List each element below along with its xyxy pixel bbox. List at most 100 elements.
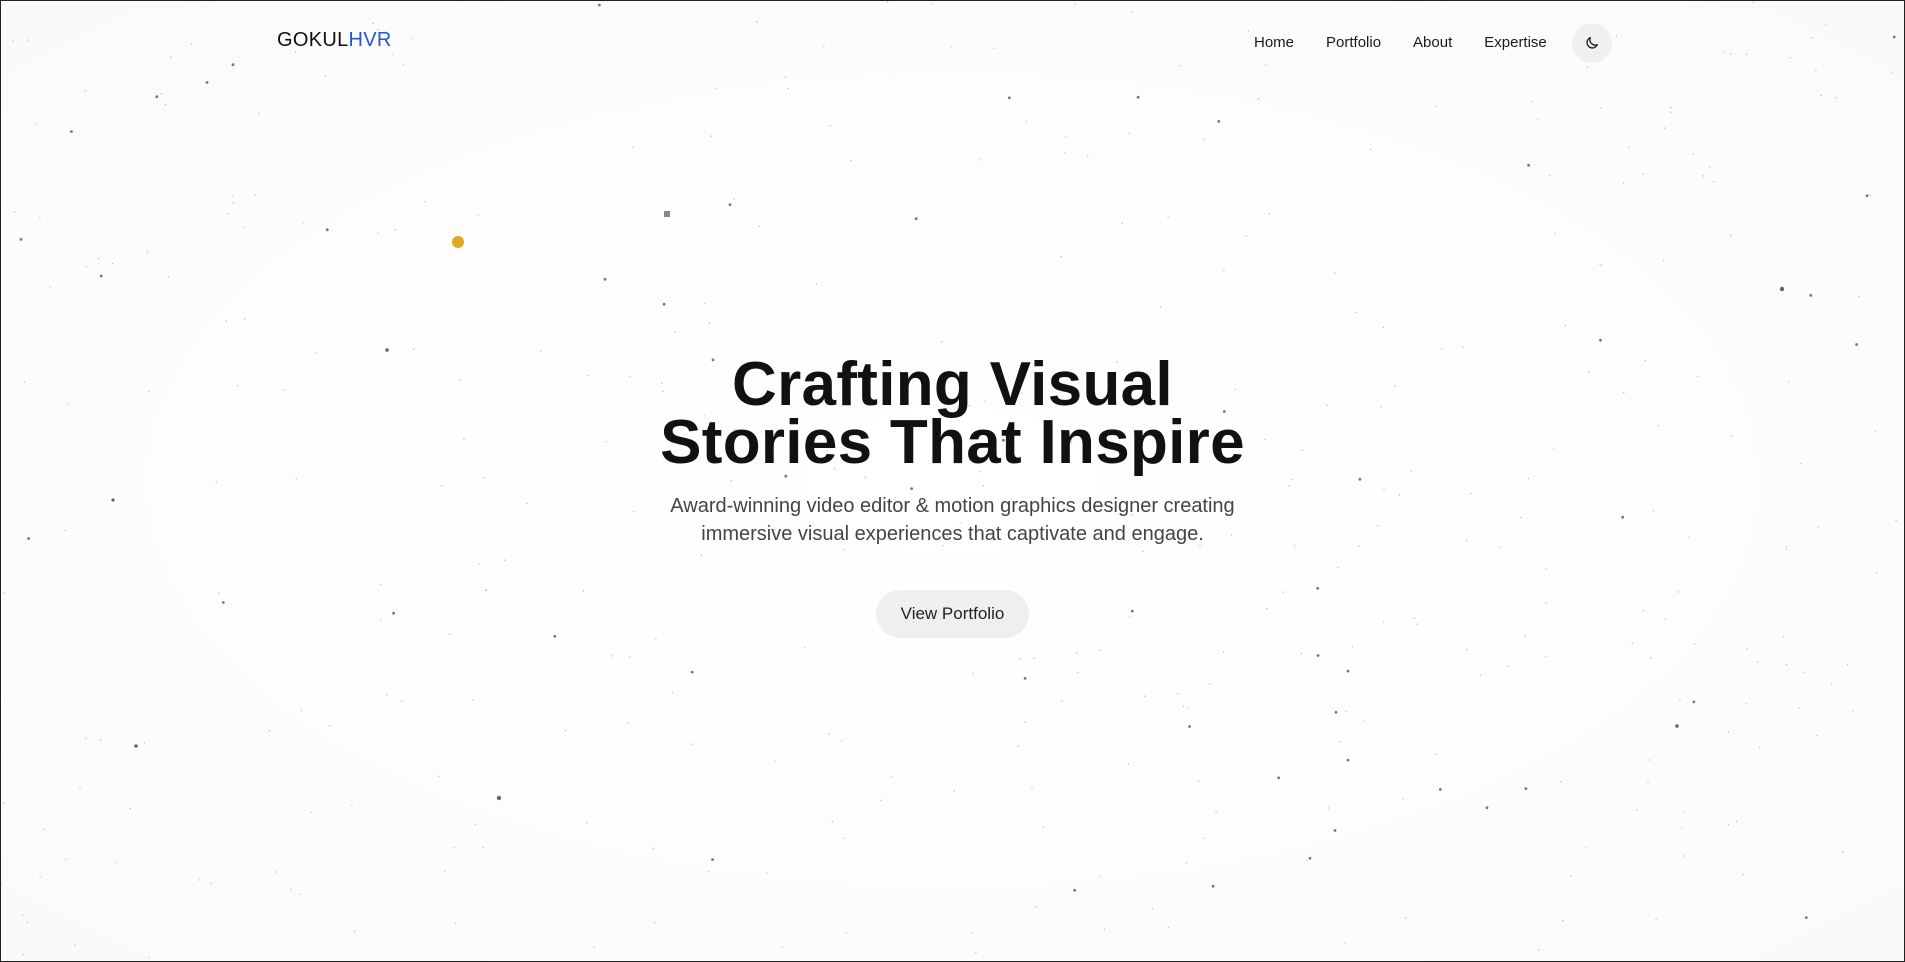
particle: [941, 341, 943, 343]
particle: [232, 202, 235, 204]
particle: [1536, 118, 1539, 120]
particle: [831, 821, 833, 823]
particle: [148, 956, 150, 959]
particle: [1060, 255, 1062, 258]
particle: [1465, 649, 1468, 651]
view-portfolio-button[interactable]: View Portfolio: [875, 590, 1030, 638]
particle: [244, 318, 246, 320]
page-frame: GOKULHVR Home Portfolio About Expertise …: [0, 0, 1905, 962]
particle: [1177, 693, 1179, 695]
particle: [1167, 926, 1169, 929]
particle: [258, 112, 260, 115]
particle: [1865, 194, 1869, 198]
particle: [1562, 919, 1564, 922]
particle: [708, 322, 711, 324]
particle: [315, 352, 317, 354]
particle: [1692, 700, 1696, 704]
particle: [1355, 311, 1357, 313]
particle: [1198, 780, 1200, 782]
particle: [654, 922, 656, 924]
particle: [1346, 669, 1350, 673]
particle: [496, 795, 502, 801]
nav-home[interactable]: Home: [1254, 24, 1294, 62]
particle: [1507, 665, 1510, 667]
particle: [1203, 837, 1206, 839]
moon-icon: [1586, 37, 1598, 49]
particle: [1816, 734, 1818, 736]
particle: [1834, 96, 1837, 99]
nav-about[interactable]: About: [1413, 24, 1452, 62]
particle: [300, 709, 303, 712]
particle: [351, 804, 353, 807]
particle: [1103, 928, 1106, 931]
square-particle: [664, 211, 670, 217]
particle: [167, 276, 169, 278]
particle: [298, 893, 301, 895]
particle: [84, 90, 87, 92]
particle: [1636, 809, 1638, 811]
particle: [728, 203, 732, 207]
particle: [1663, 260, 1665, 262]
particle: [1650, 657, 1652, 659]
particle: [1745, 703, 1748, 705]
particle: [815, 283, 818, 285]
particle: [1742, 873, 1744, 876]
particle: [1647, 781, 1649, 783]
particle: [1708, 166, 1711, 168]
particle: [1404, 917, 1407, 919]
particle: [671, 691, 673, 694]
particle: [632, 146, 634, 149]
particle: [1382, 326, 1385, 329]
particle: [890, 776, 893, 778]
particle: [1727, 824, 1730, 826]
particle: [377, 232, 379, 234]
logo[interactable]: GOKULHVR: [277, 29, 392, 52]
nav-portfolio[interactable]: Portfolio: [1326, 24, 1381, 62]
particle: [243, 226, 245, 229]
particle: [841, 739, 843, 742]
particle: [198, 879, 200, 881]
nav-expertise[interactable]: Expertise: [1484, 24, 1547, 62]
particle: [1779, 286, 1785, 292]
particle: [26, 921, 28, 923]
particle: [1136, 95, 1140, 99]
particle: [540, 350, 542, 352]
particle: [290, 888, 292, 891]
particle: [804, 647, 806, 649]
particle: [1203, 138, 1206, 141]
theme-toggle-button[interactable]: [1571, 23, 1612, 63]
particle: [1257, 98, 1260, 100]
particle: [401, 700, 403, 702]
particle: [472, 698, 475, 701]
particle: [1599, 338, 1602, 342]
particle: [1073, 888, 1076, 892]
particle: [674, 331, 676, 333]
particle: [1300, 652, 1303, 655]
particle: [19, 238, 23, 241]
particle: [1167, 216, 1169, 218]
particle: [424, 200, 426, 203]
particle: [1017, 745, 1019, 748]
particle: [155, 95, 159, 99]
particle: [1664, 127, 1666, 129]
particle: [829, 125, 831, 127]
particle: [1435, 753, 1437, 755]
particle: [708, 871, 710, 873]
particle: [310, 811, 312, 814]
particle: [74, 944, 76, 946]
particle: [611, 655, 614, 657]
particle: [1820, 94, 1822, 97]
particle: [1121, 222, 1123, 224]
particle: [1693, 642, 1696, 645]
particle: [1019, 658, 1021, 660]
particle: [1804, 916, 1808, 919]
particle: [1064, 136, 1067, 138]
particle: [1042, 826, 1045, 828]
particle: [1809, 294, 1813, 297]
particle: [21, 914, 24, 917]
particle: [845, 932, 847, 934]
particle: [129, 807, 131, 810]
particle: [146, 251, 149, 254]
particle: [1628, 146, 1630, 148]
highlight-particle: [452, 236, 464, 248]
